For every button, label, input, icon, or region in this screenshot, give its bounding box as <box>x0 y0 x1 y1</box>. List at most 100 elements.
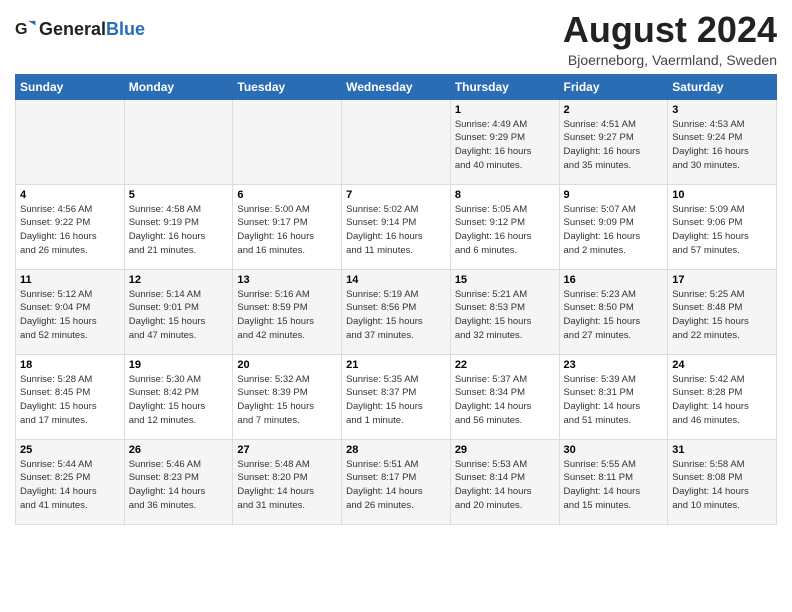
day-info: Sunrise: 5:12 AM Sunset: 9:04 PM Dayligh… <box>20 288 120 343</box>
day-info: Sunrise: 5:51 AM Sunset: 8:17 PM Dayligh… <box>346 458 446 513</box>
day-number: 12 <box>129 274 229 286</box>
calendar-cell: 2 Sunrise: 4:51 AM Sunset: 9:27 PM Daylig… <box>559 99 668 184</box>
day-number: 14 <box>346 274 446 286</box>
calendar-cell <box>16 99 125 184</box>
day-info: Sunrise: 5:02 AM Sunset: 9:14 PM Dayligh… <box>346 203 446 258</box>
day-number: 24 <box>672 359 772 371</box>
day-info: Sunrise: 5:55 AM Sunset: 8:11 PM Dayligh… <box>564 458 664 513</box>
day-info: Sunrise: 5:58 AM Sunset: 8:08 PM Dayligh… <box>672 458 772 513</box>
day-info: Sunrise: 5:37 AM Sunset: 8:34 PM Dayligh… <box>455 373 555 428</box>
day-number: 29 <box>455 444 555 456</box>
calendar-cell: 24 Sunrise: 5:42 AM Sunset: 8:28 PM Dayli… <box>668 354 777 439</box>
day-info: Sunrise: 5:32 AM Sunset: 8:39 PM Dayligh… <box>237 373 337 428</box>
calendar-cell: 26 Sunrise: 5:46 AM Sunset: 8:23 PM Dayli… <box>124 439 233 524</box>
day-number: 23 <box>564 359 664 371</box>
day-info: Sunrise: 5:28 AM Sunset: 8:45 PM Dayligh… <box>20 373 120 428</box>
logo: G GeneralBlue <box>15 18 145 40</box>
calendar-cell: 29 Sunrise: 5:53 AM Sunset: 8:14 PM Dayli… <box>450 439 559 524</box>
day-info: Sunrise: 5:44 AM Sunset: 8:25 PM Dayligh… <box>20 458 120 513</box>
calendar-week-row: 1Sunrise: 4:49 AM Sunset: 9:29 PM Daylig… <box>16 99 777 184</box>
day-of-week-header: Tuesday <box>233 74 342 99</box>
day-number: 8 <box>455 189 555 201</box>
day-number: 21 <box>346 359 446 371</box>
calendar-week-row: 25 Sunrise: 5:44 AM Sunset: 8:25 PM Dayli… <box>16 439 777 524</box>
day-info: Sunrise: 4:53 AM Sunset: 9:24 PM Dayligh… <box>672 118 772 173</box>
day-number: 31 <box>672 444 772 456</box>
day-number: 16 <box>564 274 664 286</box>
calendar-week-row: 4 Sunrise: 4:56 AM Sunset: 9:22 PM Daylig… <box>16 184 777 269</box>
day-number: 1 <box>455 104 555 116</box>
day-number: 17 <box>672 274 772 286</box>
day-number: 2 <box>564 104 664 116</box>
day-info: Sunrise: 5:30 AM Sunset: 8:42 PM Dayligh… <box>129 373 229 428</box>
logo-blue-text: Blue <box>106 19 145 40</box>
day-number: 26 <box>129 444 229 456</box>
calendar-cell: 7 Sunrise: 5:02 AM Sunset: 9:14 PM Daylig… <box>342 184 451 269</box>
day-info: Sunrise: 5:21 AM Sunset: 8:53 PM Dayligh… <box>455 288 555 343</box>
day-info: Sunrise: 5:16 AM Sunset: 8:59 PM Dayligh… <box>237 288 337 343</box>
day-number: 3 <box>672 104 772 116</box>
day-number: 18 <box>20 359 120 371</box>
day-number: 7 <box>346 189 446 201</box>
day-of-week-header: Monday <box>124 74 233 99</box>
day-number: 25 <box>20 444 120 456</box>
day-info: Sunrise: 5:39 AM Sunset: 8:31 PM Dayligh… <box>564 373 664 428</box>
day-info: Sunrise: 5:00 AM Sunset: 9:17 PM Dayligh… <box>237 203 337 258</box>
month-title: August 2024 <box>563 10 777 50</box>
day-info: Sunrise: 5:53 AM Sunset: 8:14 PM Dayligh… <box>455 458 555 513</box>
day-info: Sunrise: 5:09 AM Sunset: 9:06 PM Dayligh… <box>672 203 772 258</box>
day-number: 20 <box>237 359 337 371</box>
calendar-week-row: 11Sunrise: 5:12 AM Sunset: 9:04 PM Dayli… <box>16 269 777 354</box>
calendar-cell: 14 Sunrise: 5:19 AM Sunset: 8:56 PM Dayli… <box>342 269 451 354</box>
day-info: Sunrise: 5:19 AM Sunset: 8:56 PM Dayligh… <box>346 288 446 343</box>
calendar-cell: 22Sunrise: 5:37 AM Sunset: 8:34 PM Dayli… <box>450 354 559 439</box>
day-info: Sunrise: 4:58 AM Sunset: 9:19 PM Dayligh… <box>129 203 229 258</box>
location-subtitle: Bjoerneborg, Vaermland, Sweden <box>563 52 777 68</box>
day-info: Sunrise: 4:51 AM Sunset: 9:27 PM Dayligh… <box>564 118 664 173</box>
calendar-cell <box>233 99 342 184</box>
calendar-cell: 31 Sunrise: 5:58 AM Sunset: 8:08 PM Dayli… <box>668 439 777 524</box>
svg-text:G: G <box>15 20 28 38</box>
calendar-cell: 1Sunrise: 4:49 AM Sunset: 9:29 PM Daylig… <box>450 99 559 184</box>
calendar-cell: 11Sunrise: 5:12 AM Sunset: 9:04 PM Dayli… <box>16 269 125 354</box>
calendar-cell: 9 Sunrise: 5:07 AM Sunset: 9:09 PM Daylig… <box>559 184 668 269</box>
day-info: Sunrise: 5:25 AM Sunset: 8:48 PM Dayligh… <box>672 288 772 343</box>
logo-icon: G <box>15 18 37 40</box>
calendar-cell: 5 Sunrise: 4:58 AM Sunset: 9:19 PM Daylig… <box>124 184 233 269</box>
calendar-cell: 28Sunrise: 5:51 AM Sunset: 8:17 PM Dayli… <box>342 439 451 524</box>
day-info: Sunrise: 4:56 AM Sunset: 9:22 PM Dayligh… <box>20 203 120 258</box>
title-section: August 2024 Bjoerneborg, Vaermland, Swed… <box>563 10 777 68</box>
calendar-cell: 8 Sunrise: 5:05 AM Sunset: 9:12 PM Daylig… <box>450 184 559 269</box>
calendar-cell: 4 Sunrise: 4:56 AM Sunset: 9:22 PM Daylig… <box>16 184 125 269</box>
calendar-cell: 15Sunrise: 5:21 AM Sunset: 8:53 PM Dayli… <box>450 269 559 354</box>
day-info: Sunrise: 5:14 AM Sunset: 9:01 PM Dayligh… <box>129 288 229 343</box>
day-number: 30 <box>564 444 664 456</box>
day-info: Sunrise: 5:05 AM Sunset: 9:12 PM Dayligh… <box>455 203 555 258</box>
day-info: Sunrise: 5:46 AM Sunset: 8:23 PM Dayligh… <box>129 458 229 513</box>
day-of-week-header: Wednesday <box>342 74 451 99</box>
day-of-week-header: Sunday <box>16 74 125 99</box>
calendar-cell: 20 Sunrise: 5:32 AM Sunset: 8:39 PM Dayli… <box>233 354 342 439</box>
day-number: 13 <box>237 274 337 286</box>
calendar-cell: 6Sunrise: 5:00 AM Sunset: 9:17 PM Daylig… <box>233 184 342 269</box>
day-info: Sunrise: 5:48 AM Sunset: 8:20 PM Dayligh… <box>237 458 337 513</box>
calendar-cell: 19 Sunrise: 5:30 AM Sunset: 8:42 PM Dayli… <box>124 354 233 439</box>
calendar-cell: 30 Sunrise: 5:55 AM Sunset: 8:11 PM Dayli… <box>559 439 668 524</box>
calendar-week-row: 18 Sunrise: 5:28 AM Sunset: 8:45 PM Dayli… <box>16 354 777 439</box>
calendar-cell <box>342 99 451 184</box>
day-info: Sunrise: 5:42 AM Sunset: 8:28 PM Dayligh… <box>672 373 772 428</box>
day-number: 4 <box>20 189 120 201</box>
calendar-table: SundayMondayTuesdayWednesdayThursdayFrid… <box>15 74 777 525</box>
calendar-cell: 25 Sunrise: 5:44 AM Sunset: 8:25 PM Dayli… <box>16 439 125 524</box>
calendar-cell <box>124 99 233 184</box>
day-number: 10 <box>672 189 772 201</box>
day-info: Sunrise: 5:07 AM Sunset: 9:09 PM Dayligh… <box>564 203 664 258</box>
day-number: 5 <box>129 189 229 201</box>
calendar-header-row: SundayMondayTuesdayWednesdayThursdayFrid… <box>16 74 777 99</box>
calendar-cell: 21 Sunrise: 5:35 AM Sunset: 8:37 PM Dayli… <box>342 354 451 439</box>
calendar-cell: 10 Sunrise: 5:09 AM Sunset: 9:06 PM Dayli… <box>668 184 777 269</box>
page-header: G GeneralBlue August 2024 Bjoerneborg, V… <box>15 10 777 68</box>
day-number: 19 <box>129 359 229 371</box>
day-info: Sunrise: 5:35 AM Sunset: 8:37 PM Dayligh… <box>346 373 446 428</box>
day-number: 9 <box>564 189 664 201</box>
